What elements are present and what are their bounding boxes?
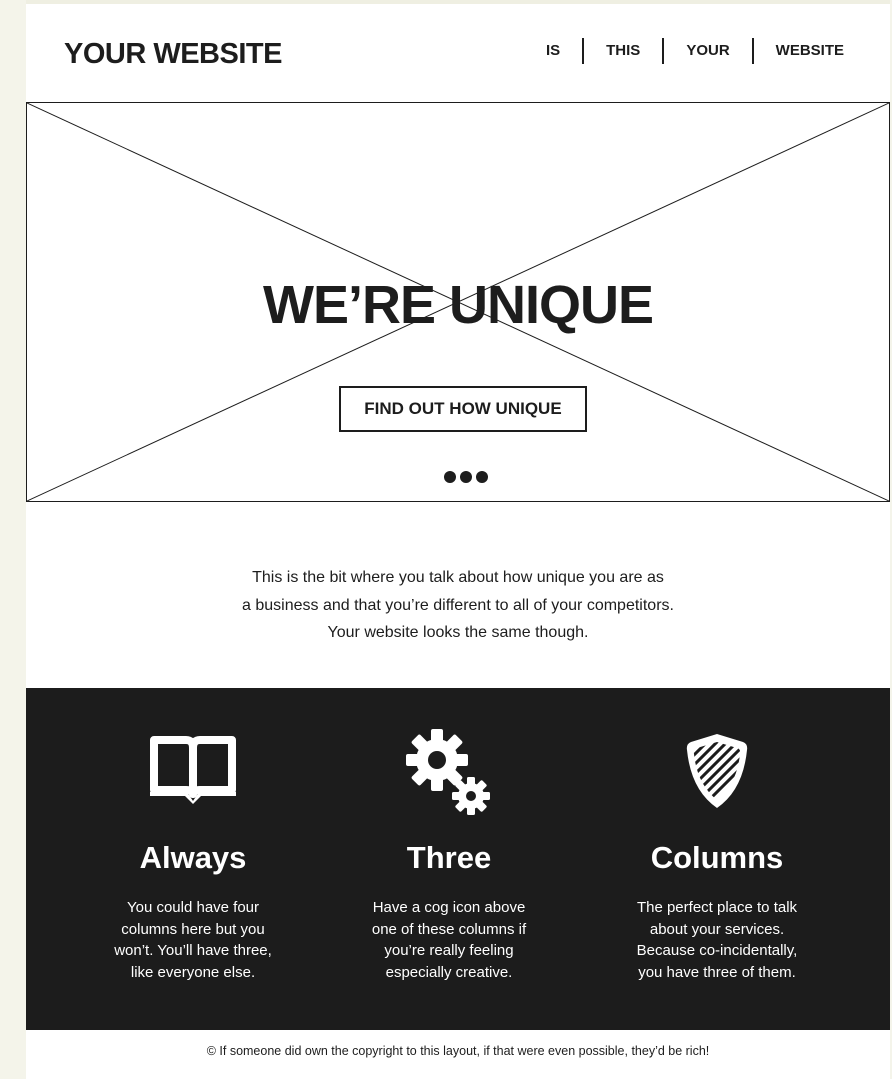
nav-item-your[interactable]: YOUR <box>664 37 751 64</box>
feature-text-line: like everyone else. <box>130 963 256 981</box>
slider-dot[interactable] <box>476 471 488 483</box>
book-icon <box>68 734 318 814</box>
feature-text-line: Have a cog icon above <box>372 899 526 916</box>
nav-item-website[interactable]: WEBSITE <box>754 37 864 64</box>
feature-text-line: you have three of them. <box>638 963 796 981</box>
slider-dot[interactable] <box>444 471 456 483</box>
site-header: YOUR WEBSITE IS THIS YOUR WEBSITE <box>26 4 890 102</box>
feature-text-line: The perfect place to talk <box>636 899 798 916</box>
intro-text: This is the bit where you talk about how… <box>26 564 890 647</box>
feature-text-line: one of these columns if <box>371 920 527 938</box>
hero-banner: WE’RE UNIQUE FIND OUT HOW UNIQUE <box>26 102 890 502</box>
nav-item-this[interactable]: THIS <box>584 37 662 64</box>
slider-dots <box>444 471 488 483</box>
feature-text-line: especially creative. <box>385 963 513 981</box>
nav-item-is[interactable]: IS <box>524 37 582 64</box>
features-section: Always You could have four columns here … <box>26 688 890 1030</box>
site-logo[interactable]: YOUR WEBSITE <box>64 38 282 71</box>
feature-text-line: Because co-incidentally, <box>636 942 798 959</box>
feature-text-line: you’re really feeling <box>384 942 514 959</box>
feature-text-line: columns here but you <box>121 920 265 938</box>
hero-title: WE’RE UNIQUE <box>262 275 654 335</box>
intro-line: a business and that you’re different to … <box>242 596 674 614</box>
shield-icon <box>592 734 842 814</box>
feature-text-line: won’t. You’ll have three, <box>114 942 272 959</box>
find-out-button[interactable]: FIND OUT HOW UNIQUE <box>339 386 587 432</box>
feature-title: Always <box>139 840 247 875</box>
feature-title: Columns <box>650 840 784 875</box>
cogs-icon <box>324 729 574 815</box>
feature-text: You could have four columns here but you… <box>78 897 308 983</box>
feature-text: Have a cog icon above one of these colum… <box>334 897 564 983</box>
main-nav: IS THIS YOUR WEBSITE <box>524 37 864 64</box>
intro-line: This is the bit where you talk about how… <box>252 569 664 586</box>
feature-text-line: about your services. <box>649 920 785 938</box>
intro-line: Your website looks the same though. <box>327 624 589 641</box>
feature-title: Three <box>406 840 492 875</box>
feature-text: The perfect place to talk about your ser… <box>602 897 832 983</box>
slider-dot[interactable] <box>460 471 472 483</box>
feature-text-line: You could have four <box>126 899 260 916</box>
footer-copyright: © If someone did own the copyright to th… <box>206 1044 710 1058</box>
page: YOUR WEBSITE IS THIS YOUR WEBSITE WE’RE … <box>26 0 890 1079</box>
